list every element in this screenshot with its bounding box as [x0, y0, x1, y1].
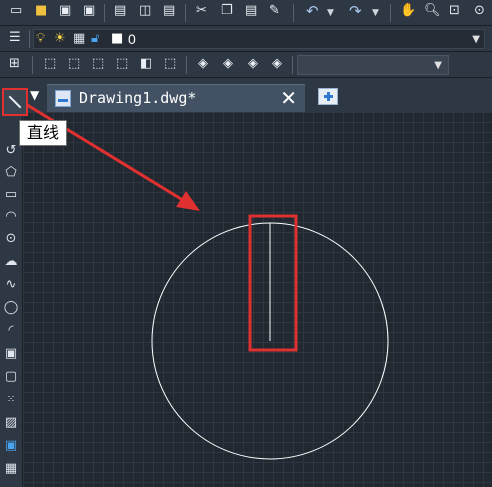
- redo-dropdown-icon[interactable]: ▼: [372, 9, 379, 18]
- arc-icon[interactable]: ↺: [3, 142, 19, 158]
- view-top-icon[interactable]: ⬚: [44, 57, 56, 70]
- plot-preview-icon[interactable]: ◫: [139, 4, 151, 17]
- chevron-down-icon[interactable]: ▼: [472, 34, 480, 45]
- toolbar-separator: [32, 56, 33, 74]
- layer-color-swatch[interactable]: ■: [111, 32, 123, 45]
- tooltip: 直线: [19, 120, 67, 146]
- hatch-icon[interactable]: ▨: [3, 414, 19, 430]
- iso-sw-icon[interactable]: ◈: [198, 57, 208, 70]
- undo-dropdown-icon[interactable]: ▼: [327, 9, 334, 18]
- line-tool-button[interactable]: [2, 88, 28, 116]
- point-icon[interactable]: ⁙: [3, 391, 19, 407]
- view-front-icon[interactable]: ◧: [140, 57, 152, 70]
- layer-dropdown[interactable]: 💡︎ ☀ ▦ 🔓︎ ■ 0 ▼: [33, 29, 485, 49]
- chevron-down-icon[interactable]: ▼: [434, 60, 442, 71]
- layer-unlock-icon[interactable]: 🔓︎: [91, 32, 99, 45]
- iso-ne-icon[interactable]: ◈: [248, 57, 258, 70]
- pan-icon[interactable]: ✋: [400, 4, 416, 17]
- standard-toolbar: ▭ ■ ▣ ▣ ▤ ◫ ▤ ✂ ❐ ▤ ✎ ↶ ▼ ↷ ▼ ✋ 🔍︎ ⊡ ⊙: [0, 0, 492, 26]
- make-block-icon[interactable]: ▢: [3, 368, 19, 384]
- rectangle-icon[interactable]: ▭: [3, 186, 19, 202]
- layer-thaw-icon[interactable]: ☀: [54, 32, 66, 45]
- view-right-icon[interactable]: ⬚: [116, 57, 128, 70]
- new-file-icon[interactable]: ▭: [10, 4, 22, 17]
- print-icon[interactable]: ▤: [114, 4, 126, 17]
- drawing-canvas[interactable]: [23, 112, 492, 487]
- circle-icon[interactable]: ⊙: [3, 230, 19, 246]
- layer-manager-icon[interactable]: ☰: [9, 31, 21, 44]
- ellipse-arc-icon[interactable]: ◜: [3, 322, 19, 338]
- tab-list-dropdown-icon[interactable]: ▼: [30, 88, 39, 102]
- layer-on-icon[interactable]: 💡︎: [36, 32, 45, 45]
- toolbar-separator: [186, 56, 187, 74]
- paste-icon[interactable]: ▤: [245, 4, 257, 17]
- ellipse-icon[interactable]: ◯: [3, 299, 19, 315]
- cut-icon[interactable]: ✂: [196, 4, 207, 17]
- publish-icon[interactable]: ▤: [163, 4, 175, 17]
- current-layer-name: 0: [128, 31, 136, 47]
- iso-se-icon[interactable]: ◈: [223, 57, 233, 70]
- match-properties-icon[interactable]: ✎: [269, 4, 280, 17]
- table-icon[interactable]: ▦: [3, 460, 19, 476]
- view-left-icon[interactable]: ⬚: [92, 57, 104, 70]
- revision-cloud-icon[interactable]: ☁: [3, 253, 19, 269]
- undo-icon[interactable]: ↶: [306, 4, 319, 19]
- view-back-icon[interactable]: ⬚: [164, 57, 176, 70]
- toolbar-separator: [293, 4, 294, 22]
- open-folder-icon[interactable]: ■: [35, 4, 47, 17]
- toolbar-separator: [185, 4, 186, 22]
- redo-icon[interactable]: ↷: [349, 4, 362, 19]
- save-as-icon[interactable]: ▣: [83, 4, 95, 17]
- zoom-previous-icon[interactable]: ⊙: [474, 4, 485, 17]
- copy-icon[interactable]: ❐: [221, 4, 233, 17]
- view-bottom-icon[interactable]: ⬚: [68, 57, 80, 70]
- ucs-icon[interactable]: ⊞: [9, 57, 20, 70]
- polygon-icon[interactable]: ⬠: [3, 164, 19, 180]
- new-drawing-tab-button[interactable]: [318, 88, 338, 105]
- document-tab[interactable]: Drawing1.dwg* ✕: [47, 84, 305, 112]
- layer-viewport-icon[interactable]: ▦: [73, 32, 85, 45]
- spline-icon[interactable]: ∿: [3, 276, 19, 292]
- toolbar-separator: [292, 56, 293, 74]
- view-toolbar: ⊞ ⬚ ⬚ ⬚ ⬚ ◧ ⬚ ◈ ◈ ◈ ◈ ▼: [0, 52, 492, 78]
- view-dropdown[interactable]: ▼: [297, 55, 449, 75]
- region-icon[interactable]: ▣: [3, 437, 19, 453]
- drawing-file-icon: [55, 90, 71, 107]
- zoom-realtime-icon[interactable]: 🔍︎: [424, 4, 441, 17]
- toolbar-separator: [104, 4, 105, 22]
- zoom-window-icon[interactable]: ⊡: [449, 4, 460, 17]
- save-icon[interactable]: ▣: [59, 4, 71, 17]
- close-tab-icon[interactable]: ✕: [280, 86, 297, 110]
- document-tab-title: Drawing1.dwg*: [79, 89, 197, 107]
- layers-toolbar: ☰ 💡︎ ☀ ▦ 🔓︎ ■ 0 ▼: [0, 26, 492, 52]
- arc-3pt-icon[interactable]: ◠: [3, 208, 19, 224]
- toolbar-separator: [390, 4, 391, 22]
- draw-palette: ↺ ⬠ ▭ ◠ ⊙ ☁ ∿ ◯ ◜ ▣ ▢ ⁙ ▨ ▣ ▦: [0, 112, 23, 487]
- toolbar-separator: [29, 30, 30, 48]
- iso-nw-icon[interactable]: ◈: [272, 57, 282, 70]
- insert-block-icon[interactable]: ▣: [3, 345, 19, 361]
